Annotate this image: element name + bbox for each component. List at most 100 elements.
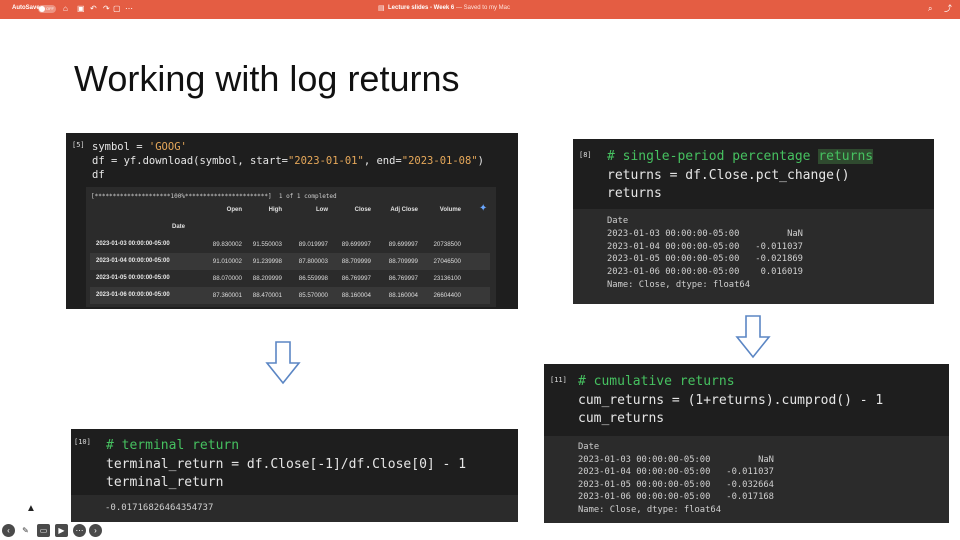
more-icon[interactable]: ⋯ (73, 524, 86, 537)
table-cell: 88.470001 (252, 292, 282, 299)
table-cell: 89.019997 (298, 241, 328, 248)
search-icon[interactable]: ⌕ (928, 4, 932, 14)
download-progress: [*********************100%**************… (91, 193, 337, 200)
document-name: Lecture slides - Week 6 (388, 5, 455, 11)
table-cell: 89.699997 (388, 241, 418, 248)
code-line: terminal_return = df.Close[-1]/df.Close[… (106, 456, 467, 472)
table-cell: 88.160004 (341, 292, 371, 299)
cell-output: Date 2023-01-03 00:00:00-05:00 NaN 2023-… (573, 209, 934, 304)
table-cell: 86.559998 (298, 275, 328, 282)
cell-prompt: [10] (74, 438, 91, 446)
down-arrow-icon (735, 315, 771, 359)
table-cell: 86.769997 (341, 275, 371, 282)
code-string: 'GOOG' (148, 141, 187, 153)
save-status: — Saved to my Mac (455, 5, 510, 11)
home-icon[interactable]: ⌂ (63, 4, 68, 14)
subtitles-icon[interactable]: ▭ (37, 524, 50, 537)
table-cell: 91.550003 (252, 241, 282, 248)
more-icon[interactable]: ⋯ (125, 4, 133, 14)
cell-output: Date 2023-01-03 00:00:00-05:00 NaN 2023-… (544, 436, 949, 523)
table-cell: 88.709999 (388, 258, 418, 265)
undo-icon[interactable]: ↶ (90, 4, 97, 14)
code-input[interactable]: # terminal return terminal_return = df.C… (106, 437, 466, 493)
table-row: 2023-01-04 00:00:00-05:00 91.010002 91.2… (90, 253, 490, 270)
present-icon[interactable]: ▢ (113, 4, 121, 14)
table-cell: 27046500 (433, 258, 461, 265)
code-token: , end= (363, 155, 402, 167)
next-icon[interactable]: › (89, 524, 102, 537)
pen-icon[interactable]: ✎ (19, 524, 32, 537)
title-bar: AutoSave OFF ⌂ ▣ ↶ ↷ ▢ ⋯ ▤ Lecture slide… (0, 0, 960, 19)
code-line: cum_returns (578, 411, 665, 426)
table-cell: 87.360001 (212, 292, 242, 299)
code-line: cum_returns = (1+returns).cumprod() - 1 (578, 392, 884, 408)
row-index: 2023-01-04 00:00:00-05:00 (96, 258, 170, 264)
code-comment: # terminal return (106, 438, 240, 453)
table-cell: 91.010002 (212, 258, 242, 265)
toggle-knob (39, 6, 45, 12)
autosave-toggle[interactable]: OFF (38, 5, 56, 13)
code-token: df (92, 169, 105, 181)
index-name: Date (172, 224, 186, 230)
code-cell-11: [11] # cumulative returns cum_returns = … (544, 364, 949, 523)
code-cell-8: [8] # single-period percentage returns r… (573, 139, 934, 304)
table-cell: 20738500 (433, 241, 461, 248)
redo-icon[interactable]: ↷ (103, 4, 110, 14)
table-cell: 26604400 (433, 292, 461, 299)
code-cell-10: [10] # terminal return terminal_return =… (71, 429, 518, 522)
column-header: High (268, 207, 282, 213)
code-input[interactable]: symbol = 'GOOG' df = yf.download(symbol,… (92, 140, 484, 182)
table-cell: 87.800003 (298, 258, 328, 265)
document-icon: ▤ (378, 5, 385, 12)
table-cell: 91.239998 (252, 258, 282, 265)
code-line: terminal_return (106, 475, 224, 490)
row-index: 2023-01-03 00:00:00-05:00 (96, 241, 170, 247)
autosave-state: OFF (46, 6, 54, 11)
output-text: Date 2023-01-03 00:00:00-05:00 NaN 2023-… (607, 216, 803, 290)
down-arrow-icon (265, 341, 301, 385)
code-comment-highlight: returns (818, 149, 874, 164)
column-header: Adj Close (390, 207, 418, 213)
code-line: returns (607, 186, 662, 201)
table-cell: 86.769997 (388, 275, 418, 282)
table-cell: 85.570000 (298, 292, 328, 299)
code-string: "2023-01-08" (401, 155, 478, 167)
column-header: Open (226, 207, 242, 213)
column-header: Close (354, 207, 371, 213)
row-index: 2023-01-06 00:00:00-05:00 (96, 292, 170, 298)
cell-prompt: [5] (72, 141, 85, 149)
row-index: 2023-01-05 00:00:00-05:00 (96, 275, 170, 281)
code-string: "2023-01-01" (287, 155, 364, 167)
code-input[interactable]: # single-period percentage returns retur… (607, 148, 874, 204)
code-token: df = yf.download(symbol, start= (92, 155, 288, 167)
autosave-label: AutoSave (12, 5, 40, 11)
table-row: 2023-01-06 00:00:00-05:00 87.360001 88.4… (90, 287, 490, 304)
slide-title: Working with log returns (74, 58, 460, 99)
camera-icon[interactable]: ▶ (55, 524, 68, 537)
cursor-icon: ▲ (26, 503, 36, 514)
table-cell: 88.070000 (212, 275, 242, 282)
cell-prompt: [8] (579, 151, 592, 159)
output-text: Date 2023-01-03 00:00:00-05:00 NaN 2023-… (578, 442, 774, 515)
table-cell: 88.709999 (341, 258, 371, 265)
table-cell: 23136100 (433, 275, 461, 282)
share-icon[interactable]: ⤴ (944, 4, 952, 14)
document-title: Lecture slides - Week 6 — Saved to my Ma… (388, 5, 510, 11)
code-comment: # single-period percentage (607, 149, 819, 164)
code-line: returns = df.Close.pct_change() (607, 167, 850, 183)
cell-output: [*********************100%**************… (86, 187, 496, 307)
code-comment: # cumulative returns (578, 374, 735, 389)
table-cell: 89.699997 (341, 241, 371, 248)
code-cell-5: [5] symbol = 'GOOG' df = yf.download(sym… (66, 133, 518, 309)
table-cell: 89.830002 (212, 241, 242, 248)
table-row: 2023-01-03 00:00:00-05:00 89.830002 91.5… (90, 236, 490, 253)
save-icon[interactable]: ▣ (77, 4, 85, 14)
cell-prompt: [11] (550, 376, 567, 384)
prev-icon[interactable]: ‹ (2, 524, 15, 537)
column-header: Low (316, 207, 328, 213)
wand-icon[interactable]: ✦ (479, 203, 487, 214)
cell-output: -0.01716826464354737 (71, 495, 518, 522)
table-row: 2023-01-05 00:00:00-05:00 88.070000 88.2… (90, 270, 490, 287)
code-token: symbol = (92, 141, 149, 153)
code-input[interactable]: # cumulative returns cum_returns = (1+re… (578, 373, 883, 429)
